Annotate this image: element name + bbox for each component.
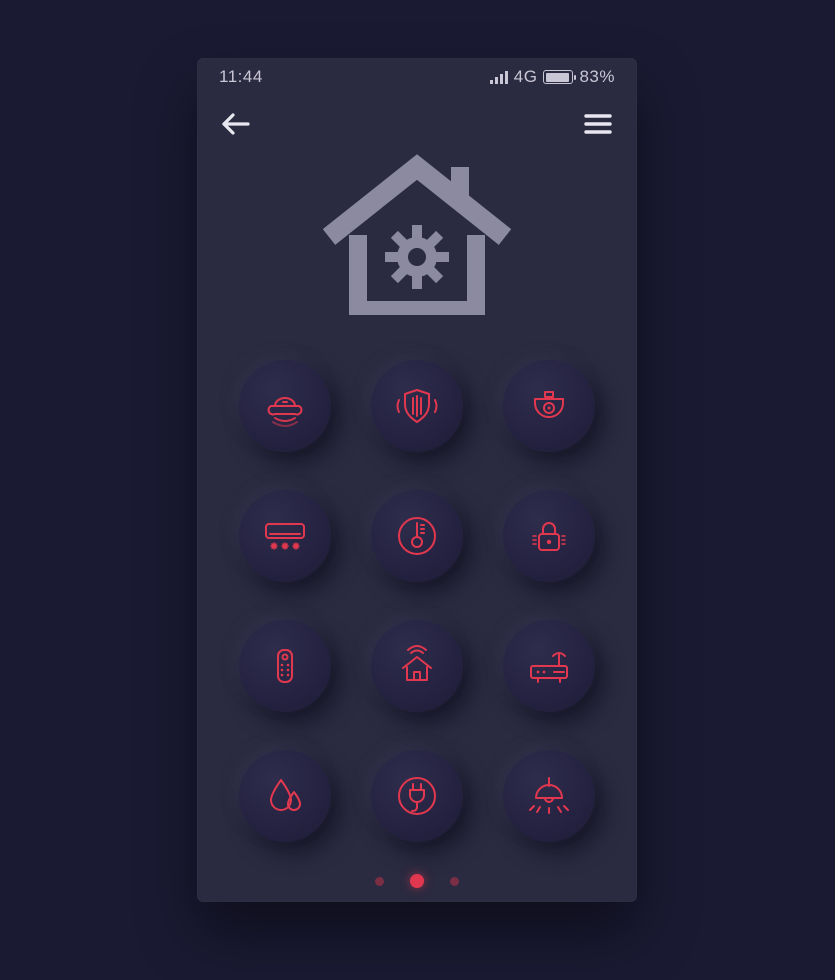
page-dot-1[interactable] [410, 874, 424, 888]
power-plug-icon [393, 772, 441, 820]
robot-vacuum-button[interactable] [239, 360, 331, 452]
lock-icon [525, 512, 573, 560]
menu-button[interactable] [581, 107, 615, 141]
router-icon [524, 642, 574, 690]
lock-button[interactable] [503, 490, 595, 582]
water-drop-icon [261, 772, 309, 820]
smart-home-button[interactable] [371, 620, 463, 712]
battery-icon [543, 70, 573, 84]
power-plug-button[interactable] [371, 750, 463, 842]
ceiling-light-icon [524, 772, 574, 820]
hero-logo [219, 147, 615, 339]
ceiling-light-button[interactable] [503, 750, 595, 842]
water-button[interactable] [239, 750, 331, 842]
status-time: 11:44 [219, 67, 263, 87]
back-button[interactable] [219, 107, 253, 141]
page-dot-2[interactable] [450, 877, 459, 886]
page-indicator [219, 861, 615, 902]
remote-control-icon [261, 642, 309, 690]
cctv-button[interactable] [503, 360, 595, 452]
phone-frame: 11:44 4G 83% [197, 58, 637, 902]
thermometer-button[interactable] [371, 490, 463, 582]
cctv-camera-icon [525, 382, 573, 430]
house-gear-icon [319, 153, 515, 321]
status-network: 4G [514, 67, 538, 87]
status-bar: 11:44 4G 83% [219, 58, 615, 96]
page-dot-0[interactable] [375, 877, 384, 886]
thermometer-icon [393, 512, 441, 560]
router-button[interactable] [503, 620, 595, 712]
signal-icon [490, 70, 508, 84]
robot-vacuum-icon [261, 382, 309, 430]
controls-grid [219, 339, 615, 861]
security-shield-button[interactable] [371, 360, 463, 452]
ac-button[interactable] [239, 490, 331, 582]
security-shield-icon [393, 382, 441, 430]
status-battery: 83% [579, 67, 615, 87]
ac-unit-icon [260, 512, 310, 560]
remote-button[interactable] [239, 620, 331, 712]
smart-home-icon [393, 642, 441, 690]
nav-bar [219, 96, 615, 147]
